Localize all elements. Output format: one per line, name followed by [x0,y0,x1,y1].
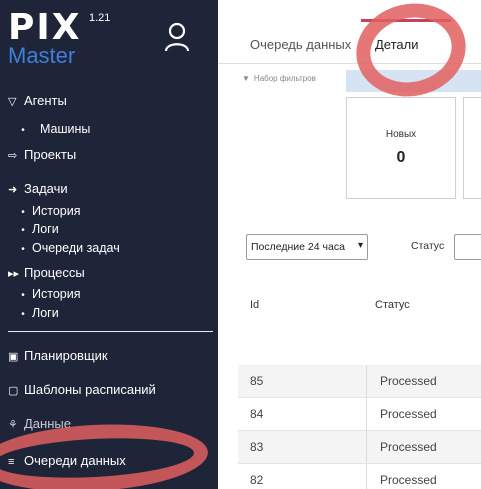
cell-id: 83 [250,440,264,454]
cell-divider [366,398,367,431]
cell-id: 85 [250,374,264,388]
column-header-status[interactable]: Статус [375,299,410,311]
filter-set-text: Набор фильтров [253,74,316,83]
sidebar-item-scheduler[interactable]: ▣ Планировщик [8,347,108,366]
sidebar-subitem-machines[interactable]: • Машины [14,121,90,139]
bullet-icon: • [21,290,25,301]
sidebar-item-projects[interactable]: ⇨ Проекты [8,146,76,165]
bullet-icon: • [21,125,25,136]
filter-set-label[interactable]: ▼ Набор фильтров [242,74,316,83]
filter-icon: ▽ [8,96,17,108]
sidebar-divider [8,331,213,332]
calendar-check-icon: ▣ [8,351,19,363]
arrow-right-icon: ➜ [8,184,18,196]
period-select-value: Последние 24 часа [251,241,345,253]
table-row[interactable]: 85 Processed [238,365,481,398]
sidebar-subitem-label: История [32,287,81,301]
sidebar-subitem-label: История [32,204,81,218]
sidebar-subitem-label: Машины [40,122,91,136]
sidebar-subitem-label: Логи [32,306,59,320]
cell-status: Processed [380,374,437,388]
logo-master: Master [8,43,76,68]
table-row[interactable]: 83 Processed [238,431,481,464]
table-row[interactable]: 84 Processed [238,398,481,431]
cell-status: Processed [380,407,437,421]
bullet-icon: • [21,207,25,218]
database-icon: ⚘ [8,419,18,431]
calendar-icon: ▢ [8,385,19,397]
user-icon[interactable] [163,22,191,52]
sidebar-subitem-processes-history[interactable]: • История [14,286,80,304]
fast-forward-icon: ▸▸ [8,268,20,280]
arrow-right-icon: ⇨ [8,150,18,162]
cell-divider [366,365,367,398]
stat-card-title: Новых [385,129,417,140]
sidebar-item-label: Процессы [24,265,85,280]
sidebar: PIX 1.21 Master ▽ Агенты • Машины ⇨ Проекты… [0,0,218,489]
sidebar-item-label: Проекты [24,147,77,162]
cell-id: 84 [250,407,264,421]
tab-data-queue[interactable]: Очередь данных [250,37,351,52]
chevron-down-icon: ▾ [357,240,363,251]
cell-status: Processed [380,440,437,454]
cell-status: Processed [380,473,437,487]
sidebar-item-templates[interactable]: ▢ Шаблоны расписаний [8,381,156,400]
sidebar-item-agents[interactable]: ▽ Агенты [8,92,67,111]
bullet-icon: • [21,309,25,320]
bullet-icon: • [21,244,25,255]
cell-id: 82 [250,473,264,487]
logo-version: 1.21 [89,12,111,24]
sidebar-item-processes[interactable]: ▸▸ Процессы [8,264,85,283]
logo-pix: PIX [8,7,82,48]
sidebar-subitem-label: Очереди задач [32,241,120,255]
sidebar-subitem-tasks-history[interactable]: • История [14,203,80,221]
status-filter-label: Статус [411,240,445,252]
bullet-icon: • [21,225,25,236]
period-select[interactable]: Последние 24 часа ▾ [246,234,368,260]
cell-divider [366,431,367,464]
sidebar-item-label: Планировщик [24,348,108,363]
table-row[interactable]: 82 Processed [238,464,481,489]
stat-card-new: Новых 0 [346,97,456,199]
stat-card-value: 0 [396,149,406,166]
sidebar-subitem-tasks-logs[interactable]: • Логи [14,221,59,239]
stat-card-next [463,97,481,199]
sidebar-subitem-task-queues[interactable]: • Очереди задач [14,240,120,258]
status-filter-input[interactable] [454,234,481,260]
sidebar-item-label: Шаблоны расписаний [24,382,156,397]
sidebar-item-tasks[interactable]: ➜ Задачи [8,180,68,199]
column-header-id[interactable]: Id [250,299,259,311]
cell-divider [366,464,367,489]
sidebar-subitem-processes-logs[interactable]: • Логи [14,305,59,323]
sidebar-item-label: Задачи [24,181,68,196]
sidebar-subitem-label: Логи [32,222,59,236]
filter-icon: ▼ [242,74,250,83]
sidebar-item-label: Агенты [24,93,67,108]
